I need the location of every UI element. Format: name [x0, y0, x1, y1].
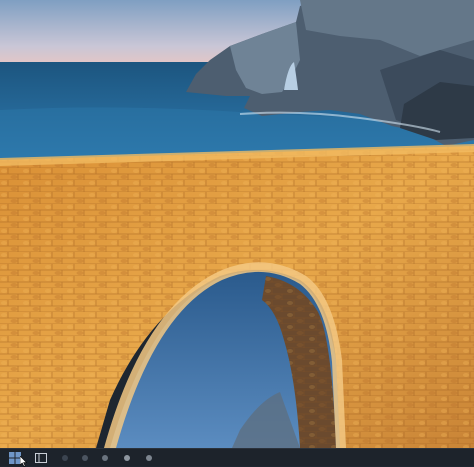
task-view-icon: [35, 452, 47, 463]
mouse-cursor-icon: [20, 456, 28, 467]
taskbar-app-1[interactable]: [62, 455, 68, 461]
taskbar-app-3[interactable]: [102, 455, 108, 461]
taskbar-app-4[interactable]: [124, 455, 130, 461]
taskbar-app-2[interactable]: [82, 455, 88, 461]
task-view-button[interactable]: [32, 449, 50, 466]
taskbar: [0, 448, 474, 466]
taskbar-app-5[interactable]: [146, 455, 152, 461]
desktop-wallpaper: [0, 0, 474, 448]
wallpaper-image: [0, 0, 474, 448]
